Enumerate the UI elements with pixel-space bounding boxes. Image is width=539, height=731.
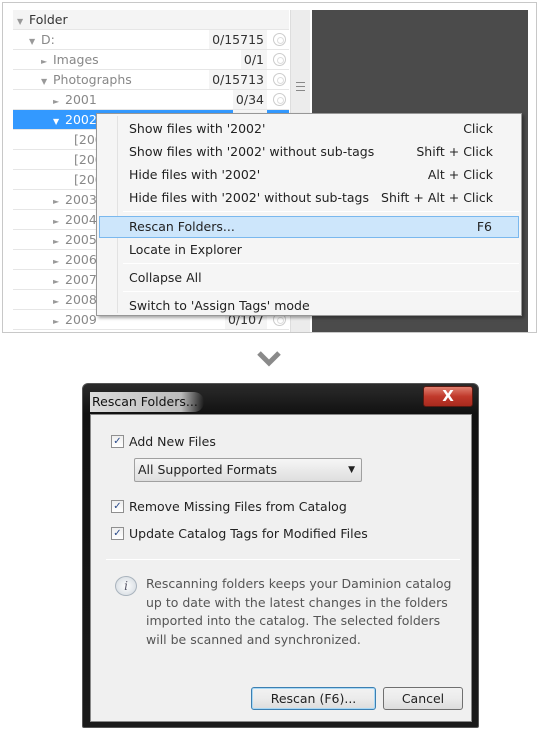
- tree-row-label: Folder: [29, 12, 68, 27]
- expanded-arrow-icon[interactable]: ▼: [17, 12, 25, 31]
- dialog-body: ✓ Add New Files All Supported Formats ▼ ✓…: [90, 414, 472, 722]
- info-text: Rescanning folders keeps your Daminion c…: [146, 576, 452, 647]
- menu-item[interactable]: Switch to 'Assign Tags' mode: [99, 295, 519, 317]
- menu-separator: [123, 211, 519, 212]
- tree-row-count: 0/1: [240, 50, 267, 69]
- menu-item[interactable]: Show files with '2002' Click: [99, 118, 519, 140]
- menu-item-shortcut: Click: [463, 121, 493, 136]
- menu-item-label: Switch to 'Assign Tags' mode: [129, 298, 310, 313]
- tree-row[interactable]: ▼ Folder: [13, 10, 289, 30]
- tree-row-label: 2008: [65, 292, 97, 307]
- filter-toggle-icon[interactable]: [273, 33, 286, 46]
- grip-icon[interactable]: [296, 82, 305, 91]
- collapsed-arrow-icon[interactable]: ►: [53, 212, 61, 231]
- rescan-folders-dialog: Rescan Folders... X ✓ Add New Files All …: [82, 383, 479, 728]
- menu-separator: [123, 291, 519, 292]
- menu-item-shortcut: Alt + Click: [427, 167, 493, 182]
- tree-row[interactable]: ► 2001 0/34: [13, 90, 289, 110]
- menu-item-shortcut: F6: [476, 219, 492, 234]
- dropdown-arrow-icon: ▼: [348, 465, 355, 475]
- add-new-files-label: Add New Files: [129, 434, 216, 449]
- collapsed-arrow-icon[interactable]: ►: [53, 312, 61, 331]
- collapsed-arrow-icon[interactable]: ►: [53, 252, 61, 271]
- collapsed-arrow-icon[interactable]: ►: [53, 292, 61, 311]
- tree-row-label: 2004: [65, 212, 97, 227]
- collapsed-arrow-icon[interactable]: ►: [53, 272, 61, 291]
- close-button[interactable]: X: [423, 386, 473, 407]
- menu-item-label: Hide files with '2002': [129, 167, 261, 182]
- menu-item[interactable]: Collapse All: [99, 267, 519, 289]
- menu-item-shortcut: Shift + Alt + Click: [381, 190, 493, 205]
- tree-row-label: 2002: [65, 112, 97, 127]
- tree-row-label: Images: [53, 52, 99, 67]
- menu-item[interactable]: Show files with '2002' without sub-tags S…: [99, 141, 519, 163]
- menu-item[interactable]: Hide files with '2002' without sub-tags S…: [99, 187, 519, 209]
- tree-row-label: 2005: [65, 232, 97, 247]
- context-menu: Show files with '2002' Click Show files wi…: [96, 113, 522, 316]
- update-tags-checkbox[interactable]: ✓: [111, 527, 124, 540]
- divider: [106, 559, 460, 560]
- update-tags-label: Update Catalog Tags for Modified Files: [129, 526, 368, 541]
- menu-item-label: Show files with '2002': [129, 121, 266, 136]
- expanded-arrow-icon[interactable]: ▼: [41, 72, 49, 91]
- menu-item-label: Rescan Folders...: [129, 219, 235, 234]
- menu-separator: [123, 263, 519, 264]
- remove-missing-label: Remove Missing Files from Catalog: [129, 499, 347, 514]
- collapsed-arrow-icon[interactable]: ►: [53, 192, 61, 211]
- tree-row-count: 0/34: [232, 90, 267, 109]
- filter-toggle-icon[interactable]: [273, 73, 286, 86]
- tree-row[interactable]: ▼ D: 0/15715: [13, 30, 289, 50]
- menu-item-label: Show files with '2002' without sub-tags: [129, 144, 375, 159]
- menu-item-label: Hide files with '2002' without sub-tags: [129, 190, 369, 205]
- tree-row-label: 2007: [65, 272, 97, 287]
- menu-item-label: Collapse All: [129, 270, 202, 285]
- format-select[interactable]: All Supported Formats ▼: [134, 458, 362, 482]
- tree-row-label: 2001: [65, 92, 97, 107]
- expanded-arrow-icon[interactable]: ▼: [53, 112, 61, 131]
- remove-missing-checkbox[interactable]: ✓: [111, 500, 124, 513]
- menu-item[interactable]: Locate in Explorer: [99, 239, 519, 261]
- filter-toggle-icon[interactable]: [273, 93, 286, 106]
- collapsed-arrow-icon[interactable]: ►: [41, 52, 49, 71]
- menu-item-label: Locate in Explorer: [129, 242, 242, 257]
- tree-row-label: 2003: [65, 192, 97, 207]
- tree-row-label: 2006: [65, 252, 97, 267]
- collapsed-arrow-icon[interactable]: ►: [53, 232, 61, 251]
- tree-row[interactable]: ► Images 0/1: [13, 50, 289, 70]
- add-new-files-checkbox[interactable]: ✓: [111, 435, 124, 448]
- tree-row-label: Photographs: [53, 72, 132, 87]
- cancel-button[interactable]: Cancel: [383, 687, 463, 710]
- menu-item[interactable]: Rescan Folders... F6: [99, 216, 519, 238]
- tree-row-count: 0/15713: [209, 70, 267, 89]
- expanded-arrow-icon[interactable]: ▼: [29, 32, 37, 51]
- info-icon: i: [115, 576, 137, 596]
- tree-row[interactable]: ▼ Photographs 0/15713: [13, 70, 289, 90]
- tree-row-label: 2009: [65, 312, 97, 327]
- tree-row-label: D:: [41, 32, 55, 47]
- menu-item-shortcut: Shift + Click: [416, 144, 493, 159]
- tree-row-count: 0/15715: [209, 30, 267, 49]
- chevron-down-icon: [257, 351, 281, 367]
- dialog-title: Rescan Folders...: [90, 392, 204, 412]
- collapsed-arrow-icon[interactable]: ►: [53, 92, 61, 111]
- rescan-button[interactable]: Rescan (F6)...: [251, 687, 376, 710]
- menu-item[interactable]: Hide files with '2002' Alt + Click: [99, 164, 519, 186]
- filter-toggle-icon[interactable]: [273, 53, 286, 66]
- format-select-value: All Supported Formats: [138, 462, 278, 477]
